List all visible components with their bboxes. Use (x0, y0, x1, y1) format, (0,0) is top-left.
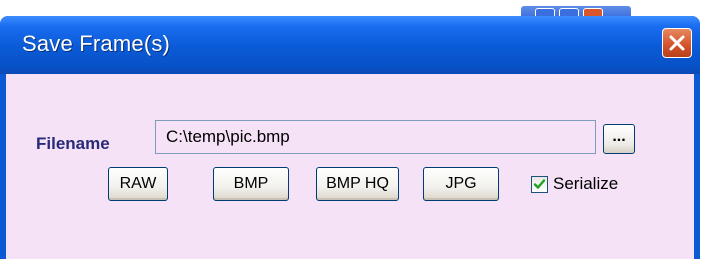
checkmark-icon (533, 178, 546, 189)
close-button[interactable] (662, 28, 692, 58)
dialog-title: Save Frame(s) (22, 31, 171, 56)
filename-input[interactable] (155, 120, 596, 154)
serialize-checkbox[interactable] (531, 175, 548, 193)
filename-label: Filename (36, 134, 110, 153)
screen: Save Frame(s) Filename ... RAW BMP BMP H… (0, 0, 703, 259)
close-icon (669, 35, 685, 51)
bmp-button[interactable]: BMP (213, 167, 289, 201)
serialize-toggle[interactable]: Serialize (531, 173, 618, 195)
raw-button[interactable]: RAW (108, 167, 168, 201)
jpg-button[interactable]: JPG (423, 167, 499, 201)
dialog-client-area: Filename ... RAW BMP BMP HQ JPG Serializ… (6, 74, 694, 259)
bmp-hq-button[interactable]: BMP HQ (316, 167, 399, 201)
serialize-label: Serialize (553, 174, 619, 193)
browse-button[interactable]: ... (603, 124, 635, 154)
save-frames-dialog: Save Frame(s) Filename ... RAW BMP BMP H… (0, 16, 700, 259)
dialog-titlebar[interactable]: Save Frame(s) (0, 16, 700, 74)
